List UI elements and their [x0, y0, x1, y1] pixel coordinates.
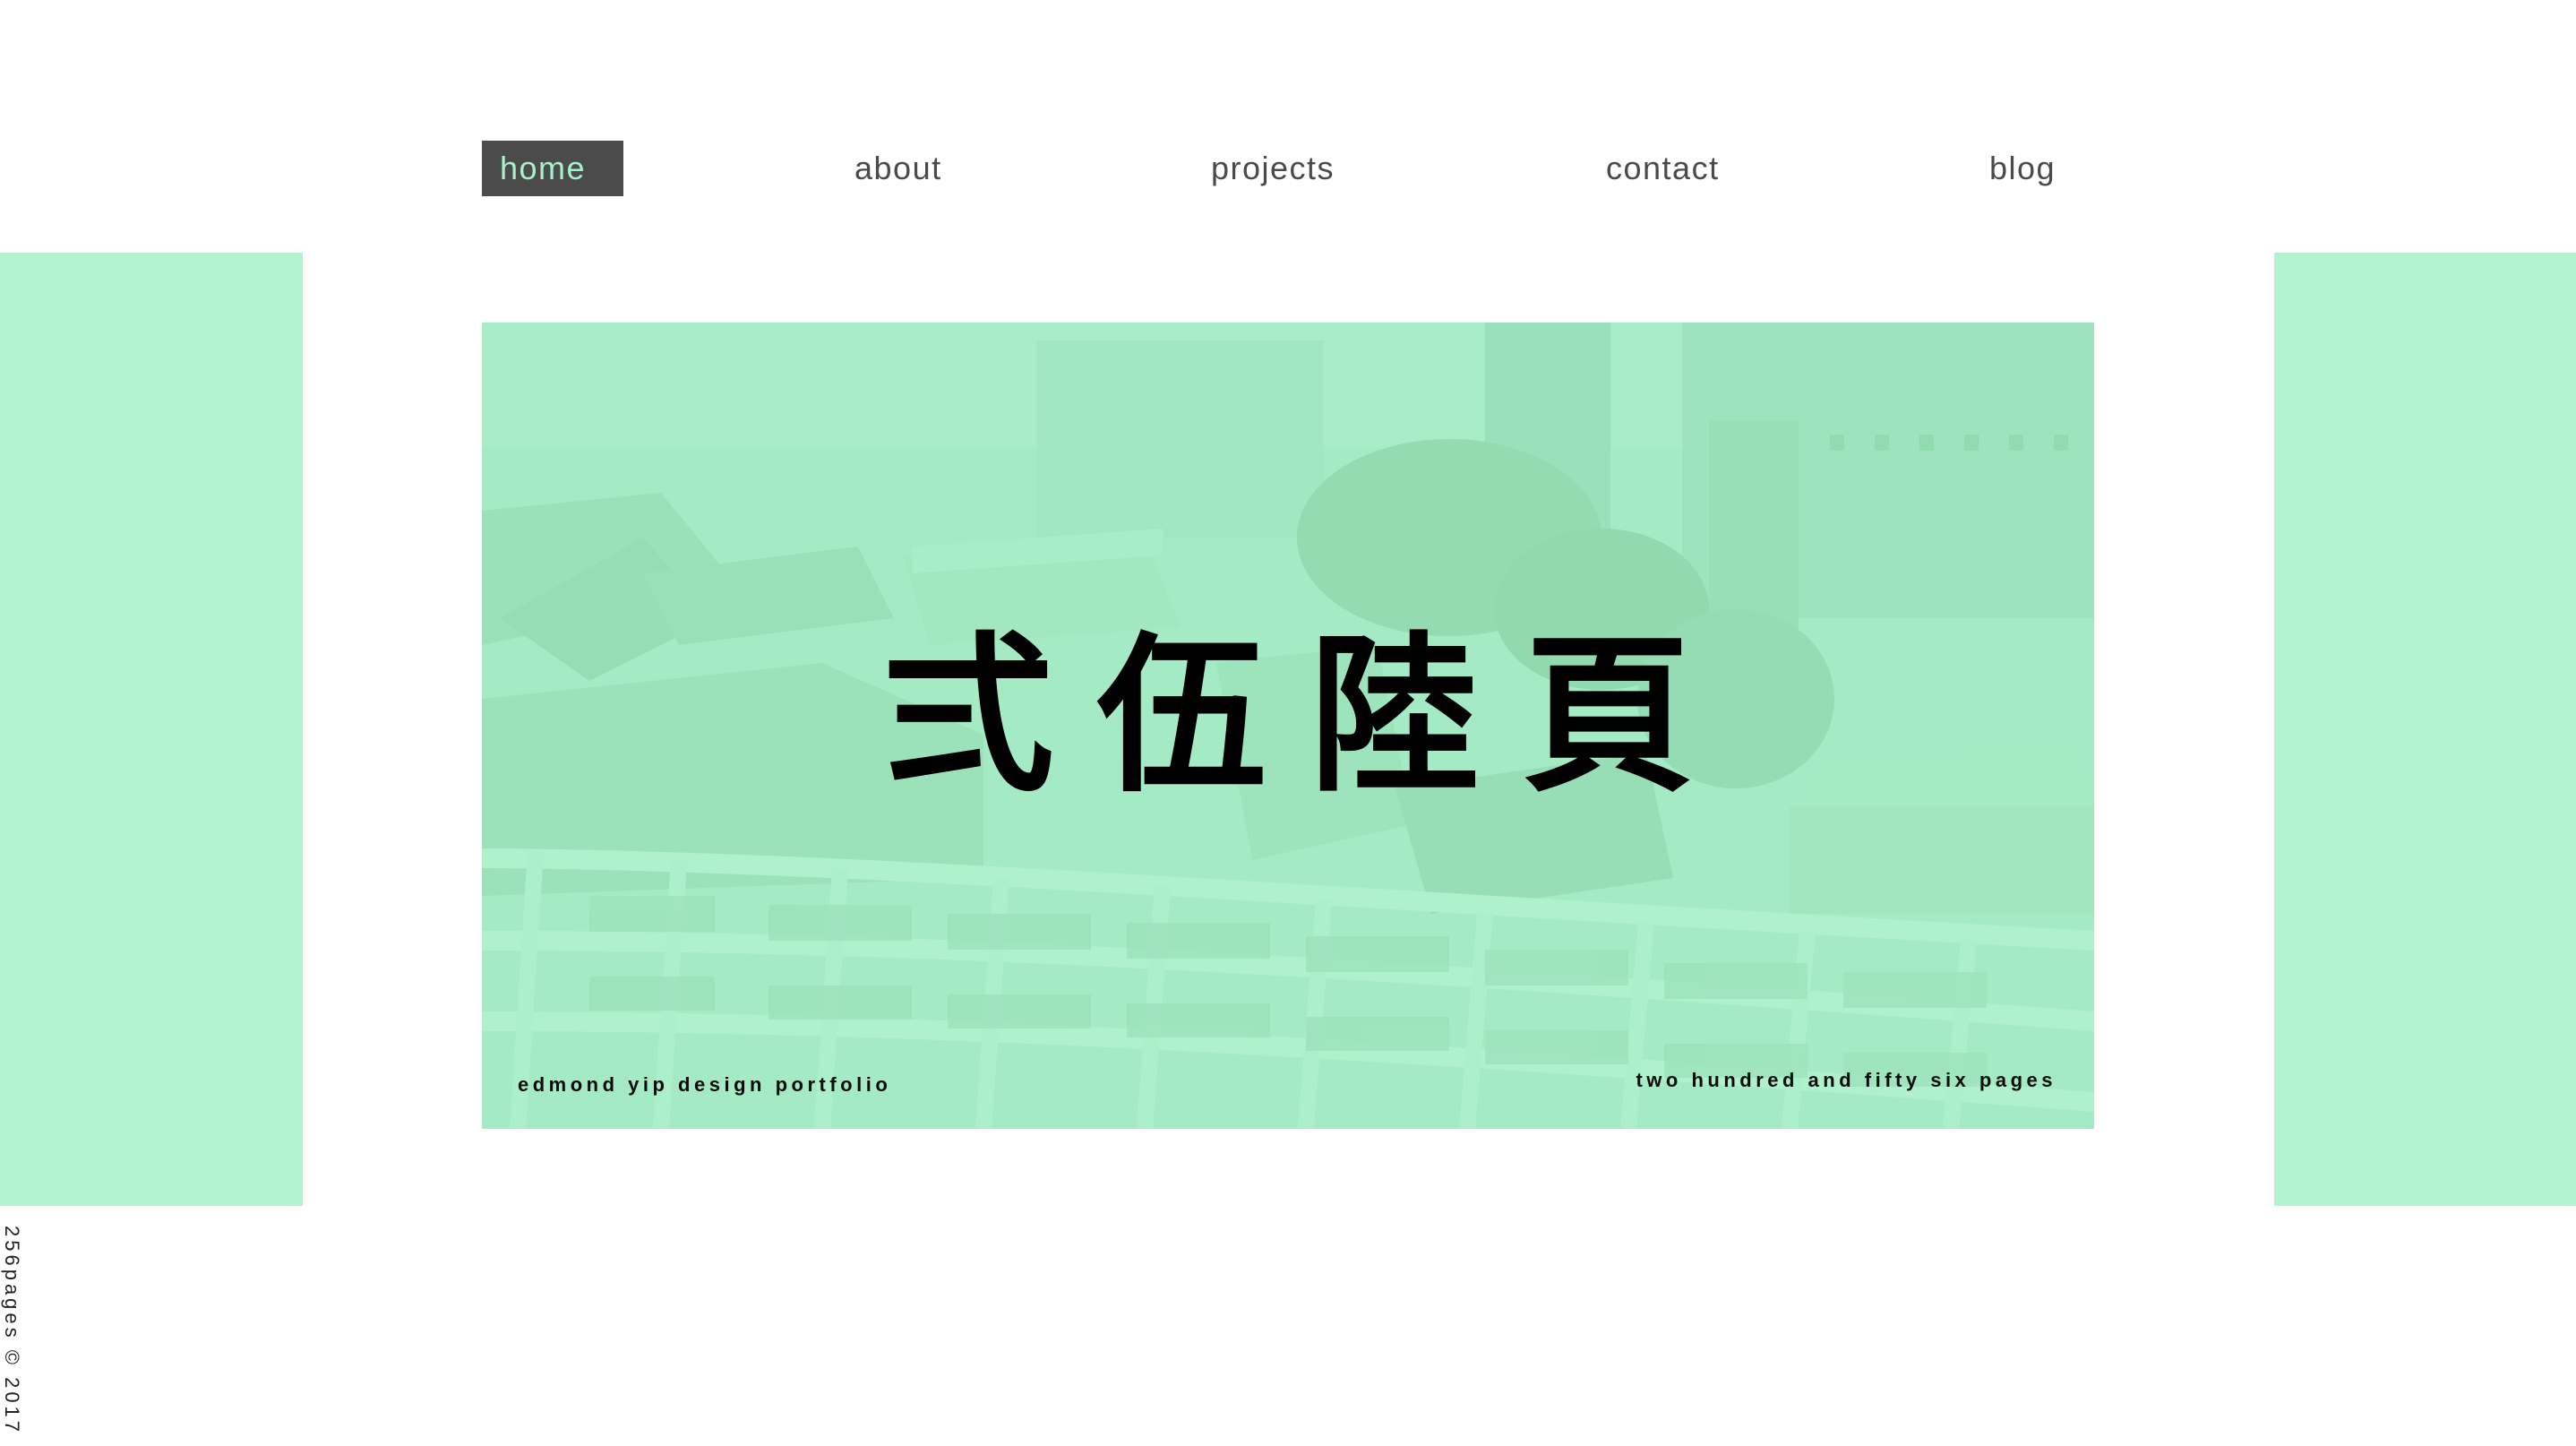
- hero-banner: 弍伍陸頁 edmond yip design portfolio two hun…: [482, 323, 2094, 1129]
- right-accent-panel: [2274, 253, 2576, 1206]
- left-accent-panel: [0, 253, 303, 1206]
- nav-item-contact[interactable]: contact: [1606, 141, 1720, 196]
- nav-item-projects[interactable]: projects: [1211, 141, 1335, 196]
- hero-caption-left: edmond yip design portfolio: [518, 1073, 892, 1096]
- page: home about projects contact blog 弍伍陸頁 ed…: [0, 0, 2576, 1446]
- copyright-text: 256pages © 2017: [1, 1226, 23, 1436]
- nav-item-about[interactable]: about: [854, 141, 942, 196]
- nav-item-home[interactable]: home: [482, 141, 623, 196]
- hero-title: 弍伍陸頁: [882, 617, 1736, 815]
- main-nav: home about projects contact blog: [0, 141, 2576, 196]
- hero-caption-right: two hundred and fifty six pages: [1636, 1069, 2057, 1091]
- copyright-notice: 256pages © 2017: [0, 1226, 27, 1446]
- nav-item-blog[interactable]: blog: [1989, 141, 2056, 196]
